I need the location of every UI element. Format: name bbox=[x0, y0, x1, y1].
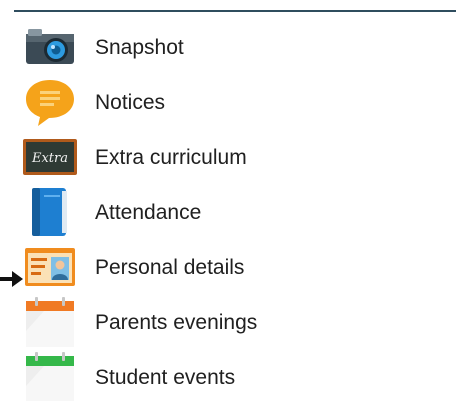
menu-item-label: Notices bbox=[95, 91, 166, 114]
menu-item-personal-details[interactable]: Personal details bbox=[0, 240, 469, 295]
menu-screen: Snapshot Notices Extra Extra curriculum … bbox=[0, 0, 469, 401]
top-divider bbox=[14, 10, 456, 12]
speech-bubble-icon bbox=[22, 77, 78, 127]
id-card-icon bbox=[22, 242, 78, 292]
calendar-green-icon bbox=[22, 352, 78, 401]
menu-item-label: Student events bbox=[95, 366, 236, 389]
menu-item-label: Snapshot bbox=[95, 36, 184, 59]
menu-list: Snapshot Notices Extra Extra curriculum … bbox=[0, 20, 469, 401]
menu-item-snapshot[interactable]: Snapshot bbox=[0, 20, 469, 75]
register-book-icon bbox=[22, 187, 78, 237]
arrow-pointer-icon bbox=[0, 268, 24, 290]
menu-item-student-events[interactable]: Student events bbox=[0, 350, 469, 401]
chalkboard-icon: Extra bbox=[22, 132, 78, 182]
chalkboard-text: Extra bbox=[31, 151, 68, 166]
menu-item-label: Parents evenings bbox=[95, 311, 258, 334]
menu-item-attendance[interactable]: Attendance bbox=[0, 185, 469, 240]
menu-item-extra-curriculum[interactable]: Extra Extra curriculum bbox=[0, 130, 469, 185]
menu-item-label: Extra curriculum bbox=[95, 146, 247, 169]
menu-item-parents-evenings[interactable]: Parents evenings bbox=[0, 295, 469, 350]
camera-icon bbox=[22, 22, 78, 72]
menu-item-label: Attendance bbox=[95, 201, 202, 224]
calendar-orange-icon bbox=[22, 297, 78, 347]
menu-item-notices[interactable]: Notices bbox=[0, 75, 469, 130]
menu-item-label: Personal details bbox=[95, 256, 245, 279]
